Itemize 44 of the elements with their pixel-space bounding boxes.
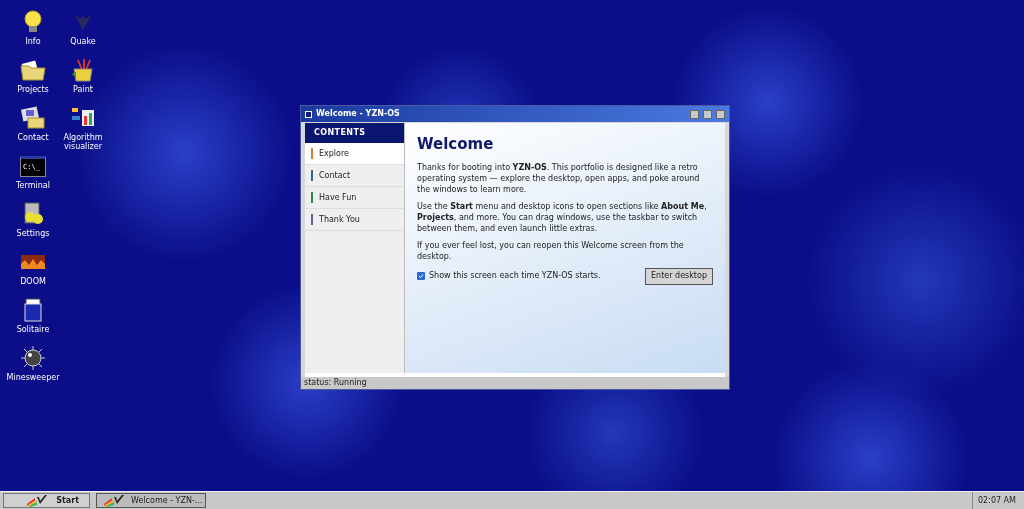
paint-bucket-icon <box>70 58 96 82</box>
desktop-icon[interactable]: Solitaire <box>10 296 56 344</box>
desktop-icon[interactable]: Paint <box>60 56 106 104</box>
flag-logo-icon <box>103 494 125 507</box>
desktop-icon[interactable]: Info <box>10 8 56 56</box>
paragraph: If you ever feel lost, you can reopen this Welcome screen from the desktop. <box>417 239 685 262</box>
desktop-icon[interactable]: Projects <box>10 56 56 104</box>
desktop-icon-label: Quake <box>69 37 97 46</box>
paragraph: Thanks for booting into YZN-OS. This portfolio is designed like a retro operating system — explore the desktop, open apps, and poke around the windows to learn more. <box>417 161 701 195</box>
address-card-icon <box>20 106 46 130</box>
checkbox-label: Show this screen each time YZN-OS starts. <box>429 270 601 282</box>
desktop-icon-label: Projects <box>16 85 50 94</box>
paragraph: Use the Start menu and desktop icons to open sections like About Me, Projects, and more. You can drag windows, use the taskbar to switch between them, and even launch little extras. <box>417 200 708 234</box>
window-title: Welcome - YZN-OS <box>316 108 401 120</box>
desktop-icon-label: Settings <box>15 229 51 238</box>
desktop-icon-label: Solitaire <box>15 325 51 334</box>
checkbox[interactable] <box>417 272 425 280</box>
taskbar-button[interactable]: Welcome - YZN-... <box>96 493 206 508</box>
sidebar-header: CONTENTS <box>305 123 404 143</box>
window-icon <box>305 110 312 118</box>
mine-icon <box>20 346 46 370</box>
minimize-button[interactable] <box>690 109 699 119</box>
sidebar-item[interactable]: Explore <box>305 143 404 165</box>
status-bar: status: Running <box>301 377 729 389</box>
desktop-icon-label: Paint <box>72 85 94 94</box>
desktop-icon-label: Algorithm visualizer <box>62 133 104 151</box>
folder-icon <box>20 58 46 82</box>
desktop-icon[interactable]: Contact <box>10 104 56 152</box>
desktop-icon[interactable]: DOOM <box>10 248 56 296</box>
maximize-button[interactable] <box>703 109 712 119</box>
welcome-heading: Welcome <box>417 134 495 155</box>
flag-logo-icon <box>26 494 48 507</box>
clock: 02:07 AM <box>972 492 1021 509</box>
desktop-icon-label: Info <box>24 37 42 46</box>
close-button[interactable] <box>716 109 725 119</box>
desktop-icon-label: DOOM <box>19 277 47 286</box>
desktop-icon-label: Terminal <box>15 181 51 190</box>
start-button[interactable]: Start <box>3 493 90 508</box>
desktop-icon[interactable]: Algorithm visualizer <box>60 104 106 152</box>
enter-desktop-button[interactable]: Enter desktop <box>645 267 713 285</box>
desktop-icon[interactable]: Settings <box>10 200 56 248</box>
desktop-icon-label: Contact <box>16 133 50 142</box>
desktop-icon-label: Minesweeper <box>5 373 61 382</box>
desktop-icon[interactable]: Quake <box>60 8 106 56</box>
